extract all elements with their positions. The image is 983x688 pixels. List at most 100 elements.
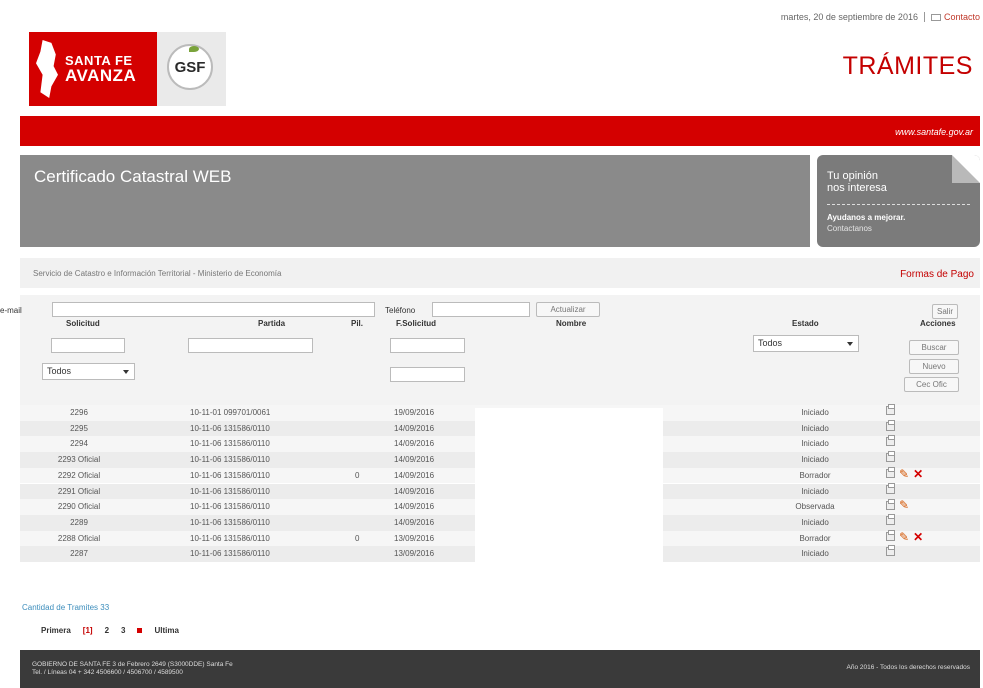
delete-x-icon[interactable]: ✕ bbox=[913, 531, 923, 543]
separator bbox=[923, 12, 925, 22]
row-actions bbox=[886, 513, 895, 525]
cell-solicitud: 2296 bbox=[70, 408, 88, 417]
print-icon[interactable] bbox=[886, 404, 895, 415]
contact-link[interactable]: Contacto bbox=[930, 12, 980, 22]
filter-area: e-mail Teléfono Actualizar Salir Solicit… bbox=[0, 295, 980, 405]
status-select[interactable]: Todos bbox=[753, 335, 859, 352]
print-icon[interactable] bbox=[886, 419, 895, 431]
edit-pencil-icon[interactable]: ✎ bbox=[899, 468, 909, 480]
chevron-down-icon bbox=[123, 370, 129, 374]
print-icon[interactable] bbox=[886, 545, 895, 557]
search-button[interactable]: Buscar bbox=[909, 340, 959, 355]
cell-fecha: 19/09/2016 bbox=[394, 408, 435, 417]
row-actions: ✎ ✕ bbox=[886, 467, 923, 480]
solicitud-filter-input[interactable] bbox=[51, 338, 125, 353]
page-last[interactable]: Ultima bbox=[154, 626, 178, 635]
cell-fecha: 13/09/2016 bbox=[394, 533, 435, 543]
cell-fecha: 14/09/2016 bbox=[394, 455, 435, 465]
cell-solicitud: 2288 Oficial bbox=[57, 533, 101, 543]
next-page-icon[interactable] bbox=[137, 628, 143, 633]
col-pil: Pil. bbox=[351, 319, 364, 328]
contact-label: Contacto bbox=[943, 12, 980, 22]
cell-partida: 10-11-01 099701/0061 bbox=[190, 408, 271, 417]
col-fecha: F.Solicitud bbox=[396, 319, 436, 328]
feedback-cta: Ayudanos a mejorar. bbox=[827, 213, 906, 222]
feedback-line2: nos interesa bbox=[827, 182, 887, 194]
new-button[interactable]: Nuevo bbox=[909, 359, 959, 374]
payment-methods-link[interactable]: Formas de Pago bbox=[900, 269, 974, 280]
leaf-icon bbox=[189, 46, 199, 52]
chevron-down-icon bbox=[847, 342, 853, 346]
cell-estado: Iniciado bbox=[801, 455, 829, 465]
col-partida: Partida bbox=[258, 319, 286, 328]
print-icon[interactable] bbox=[886, 451, 895, 463]
footer-rights: Año 2016 - Todos los derechos reservados bbox=[846, 664, 970, 671]
cell-partida: 10-11-06 131586/0110 bbox=[190, 439, 270, 449]
envelope-icon bbox=[930, 13, 941, 21]
page-2[interactable]: 2 bbox=[105, 626, 109, 635]
status-select-value: Todos bbox=[758, 338, 783, 348]
edit-pencil-icon[interactable]: ✎ bbox=[899, 531, 909, 543]
date-to-input[interactable] bbox=[390, 367, 465, 382]
print-icon[interactable] bbox=[886, 435, 895, 447]
cell-solicitud: 2294 bbox=[70, 439, 88, 449]
row-actions bbox=[886, 419, 895, 431]
official-button[interactable]: Cec Ofic bbox=[904, 377, 959, 392]
email-input[interactable] bbox=[52, 302, 375, 317]
phone-input[interactable] bbox=[432, 302, 530, 317]
cell-fecha: 14/09/2016 bbox=[394, 470, 435, 480]
col-nombre: Nombre bbox=[556, 319, 587, 328]
page-title: Certificado Catastral WEB bbox=[34, 167, 232, 186]
feedback-box[interactable]: Tu opinión nos interesa Ayudanos a mejor… bbox=[817, 155, 980, 247]
print-icon[interactable] bbox=[886, 530, 895, 542]
page-first[interactable]: Primera bbox=[41, 626, 71, 635]
name-column-area bbox=[475, 408, 663, 594]
update-button[interactable]: Actualizar bbox=[536, 302, 600, 317]
type-select[interactable]: Todos bbox=[42, 363, 135, 380]
print-icon[interactable] bbox=[886, 513, 895, 525]
page-current: [1] bbox=[82, 626, 93, 635]
col-solicitud: Solicitud bbox=[66, 319, 100, 328]
cell-partida: 10-11-06 131586/0110 bbox=[190, 486, 270, 496]
request-count-link[interactable]: Cantidad de Tramites 33 bbox=[22, 603, 109, 612]
cell-pil: 0 bbox=[355, 470, 360, 480]
feedback-contact-link[interactable]: Contactanos bbox=[827, 224, 872, 233]
service-text: Servicio de Catastro e Información Terri… bbox=[33, 269, 282, 278]
red-header-bar: www.santafe.gov.ar bbox=[20, 116, 980, 146]
row-actions bbox=[886, 545, 895, 557]
cell-fecha: 14/09/2016 bbox=[394, 423, 435, 433]
santa-fe-logo[interactable]: SANTA FE AVANZA bbox=[29, 32, 157, 106]
cell-solicitud: 2293 Oficial bbox=[57, 455, 101, 465]
page-3[interactable]: 3 bbox=[121, 626, 125, 635]
exit-button[interactable]: Salir bbox=[932, 304, 958, 319]
type-select-value: Todos bbox=[47, 366, 72, 376]
province-map-icon bbox=[36, 40, 58, 98]
print-icon[interactable] bbox=[886, 482, 895, 494]
row-actions bbox=[886, 482, 895, 494]
service-strip: Servicio de Catastro e Información Terri… bbox=[20, 258, 980, 288]
cell-solicitud: 2291 Oficial bbox=[57, 486, 101, 496]
gsf-logo: GSF bbox=[157, 32, 226, 106]
cell-fecha: 14/09/2016 bbox=[394, 502, 435, 512]
page: martes, 20 de septiembre de 2016 Contact… bbox=[0, 0, 980, 688]
edit-pencil-icon[interactable]: ✎ bbox=[899, 499, 909, 511]
site-url-link[interactable]: www.santafe.gov.ar bbox=[895, 127, 973, 137]
cell-estado: Iniciado bbox=[801, 549, 829, 559]
cell-fecha: 14/09/2016 bbox=[394, 517, 435, 527]
cell-estado: Iniciado bbox=[801, 423, 829, 433]
cell-partida: 10-11-06 131586/0110 bbox=[190, 423, 270, 433]
print-icon[interactable] bbox=[886, 467, 895, 479]
top-line: martes, 20 de septiembre de 2016 Contact… bbox=[781, 12, 980, 22]
logo-line2: AVANZA bbox=[65, 66, 137, 85]
delete-x-icon[interactable]: ✕ bbox=[913, 468, 923, 480]
partida-filter-input[interactable] bbox=[188, 338, 313, 353]
email-label: e-mail bbox=[0, 306, 22, 315]
row-actions bbox=[886, 435, 895, 447]
date-from-input[interactable] bbox=[390, 338, 465, 353]
cell-estado: Iniciado bbox=[801, 408, 829, 417]
print-icon[interactable] bbox=[886, 498, 895, 510]
cell-partida: 10-11-06 131586/0110 bbox=[190, 533, 270, 543]
divider bbox=[827, 204, 970, 205]
feedback-line1: Tu opinión bbox=[827, 170, 878, 182]
current-date: martes, 20 de septiembre de 2016 bbox=[780, 12, 918, 22]
